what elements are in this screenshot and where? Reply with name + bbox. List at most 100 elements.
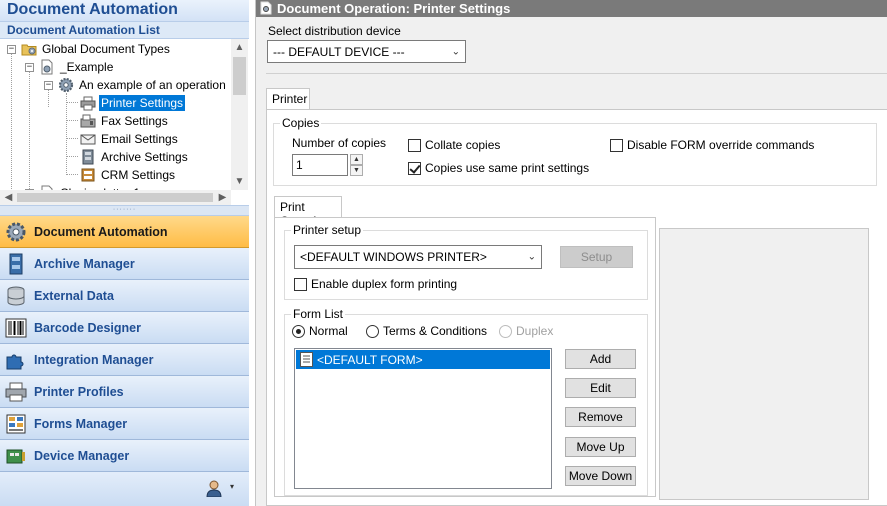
checkbox-label: Disable FORM override commands	[627, 138, 815, 152]
tree-node-email-settings[interactable]: Email Settings	[80, 130, 180, 148]
tree-connector	[66, 156, 78, 157]
gear-icon	[6, 222, 26, 241]
tree-node-archive-settings[interactable]: Archive Settings	[80, 148, 190, 166]
nav-label: Integration Manager	[34, 352, 154, 367]
scroll-left-icon[interactable]: ◀	[0, 190, 17, 205]
distribution-device-value: --- DEFAULT DEVICE ---	[273, 44, 405, 59]
nav-integration-manager[interactable]: Integration Manager	[0, 344, 249, 376]
document-gear-icon	[41, 59, 53, 75]
nav-archive-manager[interactable]: Archive Manager	[0, 248, 249, 280]
checkbox-box[interactable]	[610, 138, 623, 152]
tree-node-fax-settings[interactable]: Fax Settings	[80, 112, 170, 130]
collapse-icon[interactable]: −	[44, 80, 53, 90]
tree-connector	[66, 93, 67, 175]
pane-splitter[interactable]: ·······	[0, 205, 249, 216]
document-tree: − Global Document Types − _Example − An …	[0, 39, 249, 205]
tree-node-label: Printer Settings	[99, 95, 186, 111]
form-list-item-label: <DEFAULT FORM>	[317, 352, 423, 367]
enable-duplex-checkbox[interactable]: Enable duplex form printing	[294, 277, 457, 291]
tab-printer[interactable]: Printer	[266, 88, 310, 110]
printer-icon	[80, 96, 96, 111]
tree-node-global-document-types[interactable]: − Global Document Types	[7, 40, 172, 58]
radio-dot	[499, 324, 512, 338]
scroll-thumb[interactable]	[17, 193, 213, 202]
form-list-item[interactable]: <DEFAULT FORM>	[296, 350, 550, 369]
tree-node-crm-settings[interactable]: CRM Settings	[80, 166, 177, 184]
checkbox-box[interactable]	[408, 138, 421, 152]
collapse-icon[interactable]: −	[7, 44, 16, 54]
puzzle-icon	[6, 354, 24, 369]
spin-down-icon[interactable]: ▼	[350, 165, 363, 176]
remove-button[interactable]: Remove	[565, 407, 636, 427]
radio-terms-conditions[interactable]: Terms & Conditions	[366, 324, 487, 338]
form-preview-panel	[659, 228, 869, 500]
tree-vertical-scrollbar[interactable]: ▲ ▼	[231, 39, 248, 190]
add-button[interactable]: Add	[565, 349, 636, 369]
chevron-down-icon[interactable]: ⌄	[528, 252, 536, 263]
tree-node-label: Fax Settings	[101, 114, 168, 128]
checkbox-label: Enable duplex form printing	[311, 277, 458, 291]
move-down-button[interactable]: Move Down	[565, 466, 636, 486]
collate-copies-checkbox[interactable]: Collate copies	[408, 138, 500, 152]
tree-node-example-operation[interactable]: − An example of an operation	[44, 76, 228, 94]
copies-group: Copies	[273, 116, 877, 186]
nav-barcode-designer[interactable]: Barcode Designer	[0, 312, 249, 344]
nav-label: Device Manager	[34, 448, 130, 463]
nav-label: External Data	[34, 288, 114, 303]
folder-gear-icon	[21, 44, 37, 56]
tree-horizontal-scrollbar[interactable]: ◀ ▶	[0, 190, 231, 205]
printer-select[interactable]: <DEFAULT WINDOWS PRINTER> ⌄	[294, 245, 542, 269]
nav-forms-manager[interactable]: Forms Manager	[0, 408, 249, 440]
tree-node-label: An example of an operation	[79, 78, 226, 92]
nav-document-automation[interactable]: Document Automation	[0, 216, 249, 248]
tree-node-label: _Example	[60, 60, 114, 74]
number-of-copies-input[interactable]: 1	[292, 154, 348, 176]
radio-dot[interactable]	[292, 324, 305, 338]
tree-node-label: CRM Settings	[101, 168, 176, 182]
group-title: Form List	[291, 307, 346, 321]
chevron-down-icon[interactable]: ⌄	[452, 46, 460, 57]
tree-connector	[66, 138, 78, 139]
printer-select-value: <DEFAULT WINDOWS PRINTER>	[300, 250, 487, 264]
tab-print-copy-1[interactable]: Print Copy 1	[274, 196, 342, 228]
scroll-thumb[interactable]	[233, 57, 246, 95]
same-print-settings-checkbox[interactable]: Copies use same print settings	[408, 161, 589, 175]
nav-device-manager[interactable]: Device Manager	[0, 440, 249, 472]
tree-node-label: Global Document Types	[42, 42, 170, 56]
checkbox-box[interactable]	[294, 277, 307, 291]
nav-label: Forms Manager	[34, 416, 128, 431]
radio-dot[interactable]	[366, 324, 379, 338]
edit-button[interactable]: Edit	[565, 378, 636, 398]
barcode-icon	[5, 318, 27, 337]
radio-normal[interactable]: Normal	[292, 324, 348, 338]
move-up-button[interactable]: Move Up	[565, 437, 636, 457]
tree-node-printer-settings[interactable]: Printer Settings	[80, 94, 186, 112]
radio-label: Duplex	[516, 324, 554, 338]
distribution-device-select[interactable]: --- DEFAULT DEVICE --- ⌄	[267, 40, 466, 63]
chevron-down-icon[interactable]: ▾	[230, 482, 234, 491]
scroll-right-icon[interactable]: ▶	[214, 190, 231, 205]
scroll-up-icon[interactable]: ▲	[231, 39, 248, 56]
checkbox-box[interactable]	[408, 161, 421, 175]
nav-label: Document Automation	[34, 224, 168, 239]
archive-icon	[82, 149, 94, 165]
gear-icon	[58, 77, 74, 93]
spin-up-icon[interactable]: ▲	[350, 154, 363, 165]
tree-connector	[66, 120, 78, 121]
setup-button[interactable]: Setup	[560, 246, 633, 268]
database-icon	[7, 286, 25, 306]
crm-icon	[81, 168, 95, 182]
form-list-box[interactable]: <DEFAULT FORM>	[294, 348, 552, 489]
nav-printer-profiles[interactable]: Printer Profiles	[0, 376, 249, 408]
tree-node-example[interactable]: − _Example	[25, 58, 115, 76]
disable-form-override-checkbox[interactable]: Disable FORM override commands	[610, 138, 814, 152]
scroll-down-icon[interactable]: ▼	[231, 173, 248, 190]
tree-node-label: Email Settings	[101, 132, 178, 146]
number-of-copies-label: Number of copies	[292, 136, 387, 150]
nav-external-data[interactable]: External Data	[0, 280, 249, 312]
collapse-icon[interactable]: −	[25, 62, 34, 72]
tree-node-label: Archive Settings	[101, 150, 188, 164]
user-icon[interactable]	[206, 480, 222, 497]
radio-label: Terms & Conditions	[383, 324, 488, 338]
document-gear-icon	[260, 1, 272, 15]
